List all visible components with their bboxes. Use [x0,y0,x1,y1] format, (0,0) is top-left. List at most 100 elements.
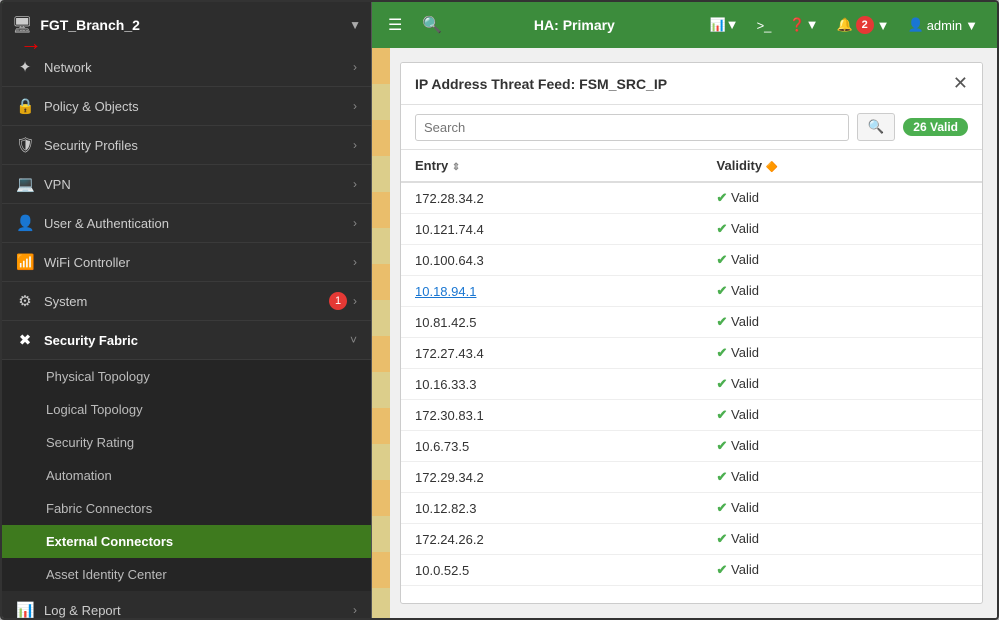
sidebar-item-security-profiles[interactable]: 🛡 Security Profiles › [2,126,371,165]
sidebar-item-label: Log & Report [44,603,353,618]
valid-check-icon: ✔ [717,376,728,391]
validity-cell: ✔ Valid [703,493,982,524]
table-row: 10.6.73.5✔ Valid [401,431,982,462]
chevron-right-icon: › [353,138,357,152]
table-row: 10.16.33.3✔ Valid [401,369,982,400]
entry-cell: 10.100.64.3 [401,245,703,276]
device-selector[interactable]: 🖥 FGT_Branch_2 ▼ [2,2,372,48]
validity-cell: ✔ Valid [703,182,982,214]
panel-title: IP Address Threat Feed: FSM_SRC_IP [415,76,667,92]
sidebar-item-system[interactable]: ⚙ System 1 › [2,282,371,321]
table-row: 10.18.94.1 ✔ Valid [401,276,982,307]
entry-cell: 172.30.83.1 [401,400,703,431]
topbar-nav: ☰ 🔍 HA: Primary [372,2,703,48]
entry-cell: 10.81.42.5 [401,307,703,338]
valid-check-icon: ✔ [717,438,728,453]
cpu-monitor-button[interactable]: 📊▼ [703,14,746,36]
help-button[interactable]: ❓▼ [782,14,825,36]
shield-icon: 🛡 [16,136,34,154]
valid-check-icon: ✔ [717,469,728,484]
wifi-icon: 📶 [16,253,34,271]
sidebar-item-security-fabric[interactable]: ✖ Security Fabric ˅ [2,321,371,360]
subitem-label: External Connectors [46,534,173,549]
validity-sort-icon: 🔶 [766,162,778,173]
sidebar-item-automation[interactable]: Automation [2,459,371,492]
chevron-right-icon: › [353,294,357,308]
table-row: 10.81.42.5✔ Valid [401,307,982,338]
entry-cell: 10.18.94.1 [401,276,703,307]
validity-cell: ✔ Valid [703,462,982,493]
chevron-right-icon: › [353,99,357,113]
sidebar-item-label: Security Profiles [44,138,353,153]
close-button[interactable]: ✕ [953,73,968,94]
sidebar-item-physical-topology[interactable]: Physical Topology [2,360,371,393]
sidebar-item-policy[interactable]: 🔒 Policy & Objects › [2,87,371,126]
network-icon: ✦ [16,58,34,76]
validity-cell: ✔ Valid [703,245,982,276]
valid-check-icon: ✔ [717,531,728,546]
search-icon[interactable]: 🔍 [414,11,450,39]
threat-feed-panel: IP Address Threat Feed: FSM_SRC_IP ✕ 🔍 2… [400,62,983,604]
entry-column-header[interactable]: Entry ⇕ [401,150,703,182]
entry-cell: 10.6.73.5 [401,431,703,462]
table-row: 172.28.34.2✔ Valid [401,182,982,214]
chevron-right-icon: › [353,255,357,269]
notifications-button[interactable]: 🔔 2 ▼ [829,13,896,37]
menu-icon[interactable]: ☰ [380,11,410,39]
entry-cell: 10.12.82.3 [401,493,703,524]
valid-check-icon: ✔ [717,562,728,577]
search-input[interactable] [415,114,849,141]
sidebar-item-label: Policy & Objects [44,99,353,114]
table-row: 172.30.83.1✔ Valid [401,400,982,431]
subitem-label: Security Rating [46,435,134,450]
table-row: 10.121.74.4✔ Valid [401,214,982,245]
table-row: 10.12.82.3✔ Valid [401,493,982,524]
validity-column-header[interactable]: Validity 🔶 [703,150,982,182]
validity-cell: ✔ Valid [703,431,982,462]
validity-cell: ✔ Valid [703,276,982,307]
valid-check-icon: ✔ [717,190,728,205]
sidebar-item-fabric-connectors[interactable]: Fabric Connectors [2,492,371,525]
main-content: ✦ Network › 🔒 Policy & Objects › 🛡 Secur… [2,48,997,618]
sidebar-item-network[interactable]: ✦ Network › [2,48,371,87]
subitem-label: Fabric Connectors [46,501,152,516]
user-icon: 👤 [16,214,34,232]
valid-check-icon: ✔ [717,283,728,298]
valid-check-icon: ✔ [717,314,728,329]
valid-check-icon: ✔ [717,252,728,267]
sidebar-item-vpn[interactable]: 💻 VPN › [2,165,371,204]
entry-label: Entry [415,158,448,173]
validity-cell: ✔ Valid [703,307,982,338]
entry-cell: 172.27.43.4 [401,338,703,369]
validity-cell: ✔ Valid [703,214,982,245]
table-row: 172.24.26.2✔ Valid [401,524,982,555]
sidebar: ✦ Network › 🔒 Policy & Objects › 🛡 Secur… [2,48,372,618]
device-dropdown-icon[interactable]: ▼ [349,18,361,32]
topbar-right: 📊▼ >_ ❓▼ 🔔 2 ▼ 👤 admin ▼ [703,13,998,37]
validity-cell: ✔ Valid [703,369,982,400]
search-button[interactable]: 🔍 [857,113,896,141]
sidebar-item-security-rating[interactable]: Security Rating [2,426,371,459]
admin-menu-button[interactable]: 👤 admin ▼ [901,14,985,36]
sidebar-item-external-connectors[interactable]: External Connectors [2,525,371,558]
sidebar-item-user-auth[interactable]: 👤 User & Authentication › [2,204,371,243]
entry-link[interactable]: 10.18.94.1 [415,284,476,299]
subitem-label: Asset Identity Center [46,567,167,582]
entry-table: Entry ⇕ Validity 🔶 172.28.34.2✔ Valid10 [401,150,982,586]
sidebar-item-log-report[interactable]: 📊 Log & Report › [2,591,371,618]
valid-check-icon: ✔ [717,345,728,360]
valid-check-icon: ✔ [717,500,728,515]
terminal-button[interactable]: >_ [750,15,779,36]
valid-check-icon: ✔ [717,407,728,422]
validity-cell: ✔ Valid [703,400,982,431]
panel-header: IP Address Threat Feed: FSM_SRC_IP ✕ [401,63,982,105]
sidebar-item-wifi[interactable]: 📶 WiFi Controller › [2,243,371,282]
sidebar-item-asset-identity[interactable]: Asset Identity Center [2,558,371,591]
entry-cell: 10.16.33.3 [401,369,703,400]
admin-label: admin [927,18,962,33]
policy-icon: 🔒 [16,97,34,115]
ha-status: HA: Primary [454,17,694,33]
gear-icon: ⚙ [16,292,34,310]
chevron-right-icon: › [353,603,357,617]
sidebar-item-logical-topology[interactable]: Logical Topology [2,393,371,426]
